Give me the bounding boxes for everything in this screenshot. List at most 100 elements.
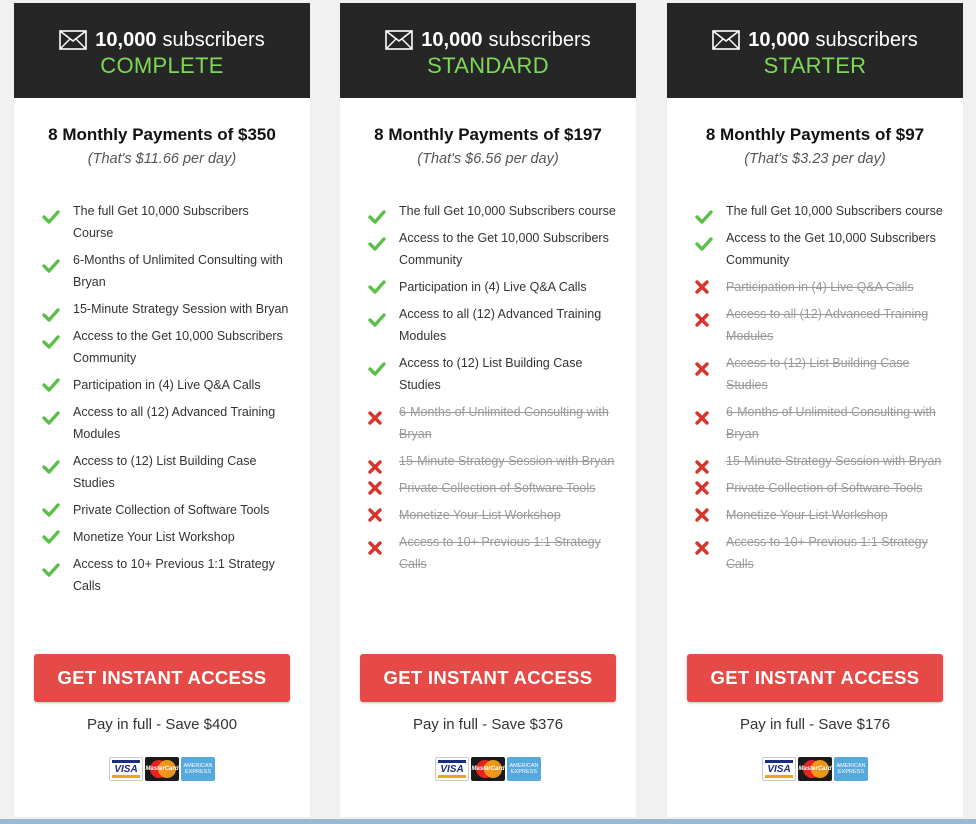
feature-item: 6-Months of Unlimited Consulting with Br… — [42, 249, 290, 293]
plan-tier: COMPLETE — [100, 53, 224, 78]
payment-methods: VISA MasterCard AMERICAN EXPRESS — [14, 757, 310, 781]
feature-text: Access to the Get 10,000 Subscribers Com… — [726, 231, 936, 267]
cross-icon — [695, 450, 726, 474]
feature-item: 15-Minute Strategy Session with Bryan — [42, 298, 290, 322]
subscribers-word: subscribers — [815, 29, 918, 51]
plan-price: 8 Monthly Payments of $97 — [705, 125, 925, 144]
pay-in-full-link[interactable]: Pay in full - Save $376 — [340, 716, 636, 733]
pay-in-full-link[interactable]: Pay in full - Save $176 — [667, 716, 963, 733]
feature-item: Access to all (12) Advanced Training Mod… — [368, 303, 616, 347]
feature-text: Access to the Get 10,000 Subscribers Com… — [73, 329, 283, 365]
feature-text: Monetize Your List Workshop — [726, 508, 888, 522]
amex-label: AMERICAN EXPRESS — [836, 763, 866, 775]
cross-icon — [368, 531, 399, 555]
payment-methods: VISA MasterCard AMERICAN EXPRESS — [667, 757, 963, 781]
plan-card-starter: 10,000 subscribers STARTER 8 Monthly Paymen… — [667, 3, 963, 817]
feature-text: Access to the Get 10,000 Subscribers Com… — [399, 231, 609, 267]
checkmark-icon — [42, 249, 73, 273]
plan-price: 8 Monthly Payments of $197 — [374, 125, 602, 144]
feature-item: 6-Months of Unlimited Consulting with Br… — [695, 401, 943, 445]
feature-text: 6-Months of Unlimited Consulting with Br… — [399, 405, 609, 441]
feature-item: Access to the Get 10,000 Subscribers Com… — [368, 227, 616, 271]
amex-label: AMERICAN EXPRESS — [509, 763, 539, 775]
feature-item: Access to 10+ Previous 1:1 Strategy Call… — [695, 531, 943, 575]
subscribers-count: 10,000 — [421, 29, 483, 51]
plan-price-per-day: (That's $3.23 per day) — [744, 151, 886, 167]
feature-list: The full Get 10,000 Subscribers course Ac… — [340, 200, 636, 580]
feature-item: Access to the Get 10,000 Subscribers Com… — [42, 325, 290, 369]
feature-text: Participation in (4) Live Q&A Calls — [726, 280, 914, 294]
get-instant-access-button[interactable]: GET INSTANT ACCESS — [360, 654, 616, 702]
feature-text: Private Collection of Software Tools — [399, 481, 596, 495]
plan-card-complete: 10,000 subscribers COMPLETE 8 Monthly Payme… — [14, 3, 310, 817]
feature-item: Access to 10+ Previous 1:1 Strategy Call… — [42, 553, 290, 597]
mastercard-icon: MasterCard — [798, 757, 832, 781]
plan-price-per-day: (That's $11.66 per day) — [87, 151, 237, 167]
checkmark-icon — [42, 401, 73, 425]
feature-text: Access to all (12) Advanced Training Mod… — [726, 307, 929, 343]
feature-item: Private Collection of Software Tools — [368, 477, 616, 499]
amex-card-icon: AMERICAN EXPRESS — [507, 757, 541, 781]
subscribers-word: subscribers — [162, 29, 265, 51]
checkmark-icon — [42, 499, 73, 521]
subscribers-word: subscribers — [488, 29, 591, 51]
checkmark-icon — [42, 526, 73, 548]
feature-text: Access to 10+ Previous 1:1 Strategy Call… — [73, 557, 275, 593]
cross-icon — [695, 504, 726, 526]
checkmark-icon — [42, 374, 73, 396]
cross-icon — [368, 450, 399, 474]
visa-label: VISA — [767, 763, 791, 775]
checkmark-icon — [368, 276, 399, 298]
envelope-icon — [385, 30, 414, 50]
cross-icon — [368, 504, 399, 526]
visa-label: VISA — [114, 763, 138, 775]
checkmark-icon — [368, 303, 399, 327]
feature-item: The full Get 10,000 Subscribers Course — [42, 200, 290, 244]
feature-text: The full Get 10,000 Subscribers Course — [73, 204, 249, 240]
mastercard-label: MasterCard — [471, 766, 505, 772]
feature-list: The full Get 10,000 Subscribers Course 6-… — [14, 200, 310, 602]
plan-card-standard: 10,000 subscribers STANDARD 8 Monthly Payme… — [340, 3, 636, 817]
checkmark-icon — [42, 200, 73, 224]
plan-header: 10,000 subscribers STANDARD — [340, 3, 636, 98]
cross-icon — [368, 401, 399, 425]
window-bottom-edge — [0, 819, 976, 824]
feature-item: 15-Minute Strategy Session with Bryan — [368, 450, 616, 474]
checkmark-icon — [42, 553, 73, 577]
cross-icon — [695, 276, 726, 298]
pay-in-full-link[interactable]: Pay in full - Save $400 — [14, 716, 310, 733]
get-instant-access-button[interactable]: GET INSTANT ACCESS — [34, 654, 290, 702]
subscribers-heading: 10,000 subscribers — [667, 28, 963, 52]
checkmark-icon — [695, 227, 726, 251]
feature-text: Access to all (12) Advanced Training Mod… — [399, 307, 602, 343]
feature-text: The full Get 10,000 Subscribers course — [726, 204, 943, 218]
feature-text: Access to 10+ Previous 1:1 Strategy Call… — [399, 535, 601, 571]
feature-text: Access to (12) List Building Case Studie… — [73, 454, 257, 490]
cross-icon — [695, 303, 726, 327]
plan-tier: STANDARD — [427, 53, 549, 78]
amex-label: AMERICAN EXPRESS — [183, 763, 213, 775]
plan-header: 10,000 subscribers COMPLETE — [14, 3, 310, 98]
feature-item: Monetize Your List Workshop — [368, 504, 616, 526]
cross-icon — [368, 477, 399, 499]
subscribers-heading: 10,000 subscribers — [340, 28, 636, 52]
feature-item: Participation in (4) Live Q&A Calls — [368, 276, 616, 298]
cross-icon — [695, 531, 726, 555]
feature-item: Access to all (12) Advanced Training Mod… — [695, 303, 943, 347]
subscribers-heading: 10,000 subscribers — [14, 28, 310, 52]
checkmark-icon — [368, 227, 399, 251]
plan-tier: STARTER — [763, 53, 867, 78]
visa-card-icon: VISA — [435, 757, 469, 781]
envelope-icon — [59, 30, 88, 50]
subscribers-count: 10,000 — [95, 29, 157, 51]
amex-card-icon: AMERICAN EXPRESS — [834, 757, 868, 781]
feature-item: 6-Months of Unlimited Consulting with Br… — [368, 401, 616, 445]
get-instant-access-button[interactable]: GET INSTANT ACCESS — [687, 654, 943, 702]
feature-text: 15-Minute Strategy Session with Bryan — [73, 302, 289, 316]
feature-item: Monetize Your List Workshop — [42, 526, 290, 548]
feature-text: Access to 10+ Previous 1:1 Strategy Call… — [726, 535, 928, 571]
feature-item: Access to (12) List Building Case Studie… — [42, 450, 290, 494]
feature-item: Access to 10+ Previous 1:1 Strategy Call… — [368, 531, 616, 575]
feature-text: Access to all (12) Advanced Training Mod… — [73, 405, 276, 441]
feature-text: Access to (12) List Building Case Studie… — [726, 356, 910, 392]
